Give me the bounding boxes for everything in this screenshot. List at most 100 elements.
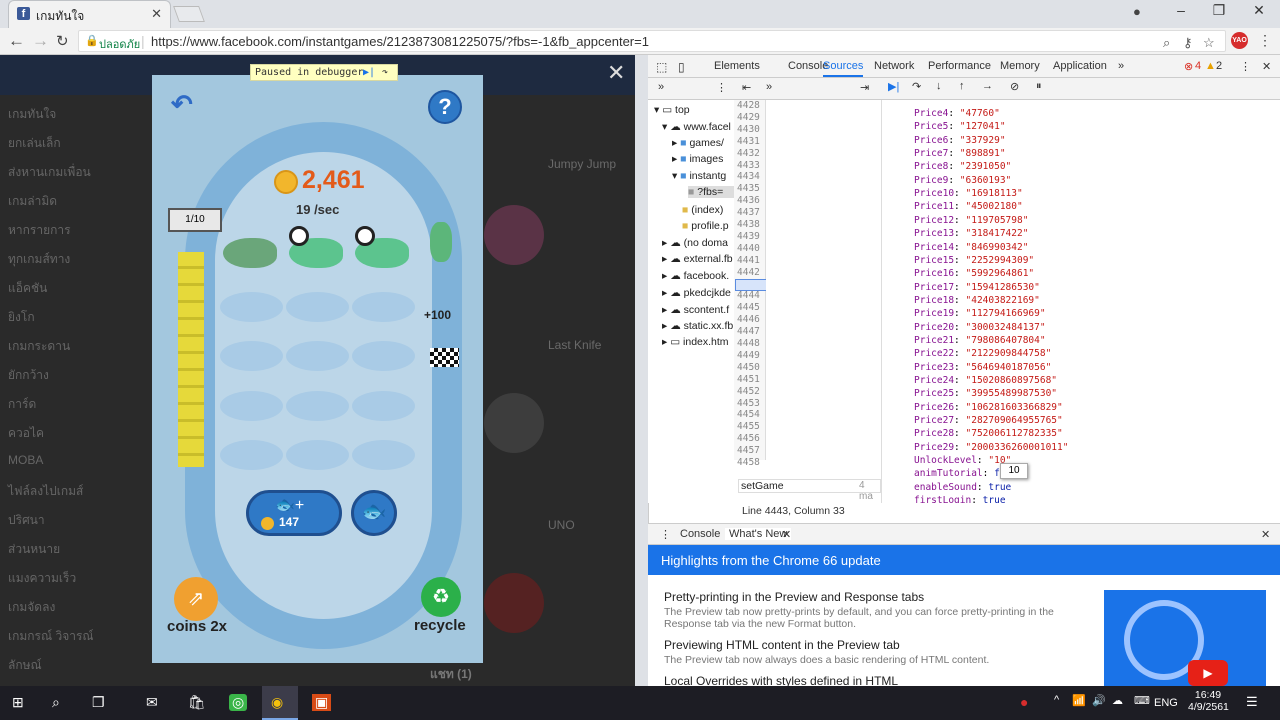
scope-property[interactable]: Price20: "300032484137" bbox=[914, 322, 1046, 333]
card-title[interactable]: Jumpy Jump bbox=[548, 157, 616, 171]
empty-slot[interactable] bbox=[352, 292, 415, 322]
tab-memory[interactable]: Memory bbox=[1000, 60, 1040, 72]
scope-property[interactable]: Price25: "39955489987530" bbox=[914, 388, 1057, 399]
tree-item[interactable]: ■ (index) bbox=[682, 204, 723, 216]
step-icon[interactable]: → bbox=[982, 80, 993, 92]
drawer-tab-console[interactable]: Console bbox=[680, 528, 720, 540]
chrome-icon[interactable]: ◉ bbox=[271, 694, 283, 711]
line-number[interactable]: 4438 bbox=[737, 219, 760, 230]
sidebar-item[interactable]: ยกเล่นเล็ก bbox=[8, 134, 61, 153]
device-toggle-icon[interactable]: ▯ bbox=[678, 60, 685, 74]
bookmark-star-icon[interactable]: ☆ bbox=[1203, 35, 1215, 51]
line-number[interactable]: 4435 bbox=[737, 183, 760, 194]
promo-video-thumbnail[interactable]: ▶ bbox=[1104, 590, 1266, 686]
tab-application[interactable]: Application bbox=[1053, 60, 1107, 72]
cloud-icon[interactable]: ☁ bbox=[1112, 694, 1123, 707]
line-number[interactable]: 4449 bbox=[737, 350, 760, 361]
code-editor[interactable] bbox=[766, 100, 866, 460]
sidebar-item[interactable]: MOBA bbox=[8, 453, 43, 467]
tray-app-icon[interactable]: ● bbox=[1020, 694, 1028, 710]
news-heading[interactable]: Previewing HTML content in the Preview t… bbox=[664, 638, 900, 652]
tree-item[interactable]: ■ profile.p bbox=[682, 220, 729, 232]
windows-start-icon[interactable]: ⊞ bbox=[12, 694, 24, 711]
empty-slot[interactable] bbox=[286, 440, 349, 470]
scope-property[interactable]: Price29: "2000336260001011" bbox=[914, 442, 1068, 453]
navigator-menu-icon[interactable]: ⋮ bbox=[716, 81, 727, 94]
mail-icon[interactable]: ✉ bbox=[146, 694, 158, 711]
game-thumb-uno[interactable] bbox=[484, 573, 544, 633]
game-thumb-jumpy[interactable] bbox=[484, 205, 544, 265]
scope-property[interactable]: Price7: "898891" bbox=[914, 148, 1006, 159]
tree-item[interactable]: ▸ ■ games/ bbox=[672, 137, 724, 149]
line-number[interactable]: 4432 bbox=[737, 148, 760, 159]
sidebar-item[interactable]: ลักษณ์ bbox=[8, 656, 42, 675]
scope-property[interactable]: Price23: "5646940187056" bbox=[914, 362, 1051, 373]
line-number[interactable]: 4436 bbox=[737, 195, 760, 206]
tab-network[interactable]: Network bbox=[874, 60, 914, 72]
sidebar-item[interactable]: แอ็คชัน bbox=[8, 279, 47, 298]
devtools-close-icon[interactable]: ✕ bbox=[1262, 60, 1271, 73]
zoom-icon[interactable]: ⌕ bbox=[1163, 35, 1170, 51]
line-number[interactable]: 4447 bbox=[737, 326, 760, 337]
tree-item[interactable]: ▸ ☁ (no doma bbox=[662, 237, 728, 249]
tree-item[interactable]: ▾ ■ instantg bbox=[672, 170, 726, 182]
line-number[interactable]: 4451 bbox=[737, 374, 760, 385]
line-number[interactable]: 4439 bbox=[737, 231, 760, 242]
line-number[interactable]: 4434 bbox=[737, 171, 760, 182]
line-number[interactable]: 4458 bbox=[737, 457, 760, 468]
sidebar-item[interactable]: แมงความเร็ว bbox=[8, 569, 76, 588]
browser-tab[interactable]: f เกมทันใจ ✕ bbox=[8, 0, 171, 28]
line-number[interactable]: 4452 bbox=[737, 386, 760, 397]
sidebar-item[interactable]: ยักกว้าง bbox=[8, 366, 49, 385]
share-button[interactable]: ⇗ bbox=[174, 577, 218, 621]
buy-fish-button[interactable]: 🐟+ 147 bbox=[246, 490, 342, 536]
sidebar-item[interactable]: เกมจัดลง bbox=[8, 598, 55, 617]
search-icon[interactable]: ⌕ bbox=[52, 694, 60, 711]
network-icon[interactable]: 📶 bbox=[1072, 694, 1086, 707]
sidebar-item[interactable]: ไฟล์ลงไปเกมส์ bbox=[8, 482, 83, 501]
line-number[interactable]: 4450 bbox=[737, 362, 760, 373]
line-number[interactable]: 4442 bbox=[737, 267, 760, 278]
empty-slot[interactable] bbox=[286, 341, 349, 371]
empty-slot[interactable] bbox=[352, 341, 415, 371]
drawer-menu-icon[interactable]: ⋮ bbox=[660, 528, 671, 541]
scope-property[interactable]: Price17: "15941286530" bbox=[914, 282, 1040, 293]
scope-property[interactable]: Price14: "846990342" bbox=[914, 242, 1028, 253]
resume-icon[interactable]: ▶| bbox=[363, 67, 375, 78]
sidebar-item[interactable]: เกมกรณ์ วิจารณ์ bbox=[8, 627, 94, 646]
line-number[interactable]: 4448 bbox=[737, 338, 760, 349]
navigator-toggle-icon[interactable]: » bbox=[658, 81, 664, 93]
empty-slot[interactable] bbox=[352, 440, 415, 470]
scope-property[interactable]: UnlockLevel: "10" bbox=[914, 455, 1011, 466]
task-view-icon[interactable]: ❐ bbox=[92, 694, 105, 711]
tab-elements[interactable]: Elements bbox=[714, 60, 760, 72]
scope-property[interactable]: Price21: "798086407804" bbox=[914, 335, 1046, 346]
scope-property[interactable]: Price15: "2252994309" bbox=[914, 255, 1034, 266]
line-number[interactable]: 4454 bbox=[737, 409, 760, 420]
debugger-toggle-icon[interactable]: ⇥ bbox=[860, 81, 869, 94]
language-indicator[interactable]: ENG bbox=[1154, 697, 1178, 709]
scope-property[interactable]: Price12: "119705798" bbox=[914, 215, 1028, 226]
scope-property[interactable]: Price6: "337929" bbox=[914, 135, 1006, 146]
card-title[interactable]: Last Knife bbox=[548, 338, 601, 352]
step-over-icon[interactable]: ↷ bbox=[382, 67, 388, 78]
profile-icon[interactable]: ● bbox=[1133, 4, 1141, 19]
line-number[interactable]: 4430 bbox=[737, 124, 760, 135]
tree-item[interactable]: ▾ ☁ www.facel bbox=[662, 121, 731, 133]
tree-item[interactable]: ▸ ☁ external.fb bbox=[662, 253, 733, 265]
tab-performance[interactable]: Performance bbox=[928, 60, 991, 72]
scope-property[interactable]: Price19: "112794166969" bbox=[914, 308, 1046, 319]
sidebar-item[interactable]: เกมล่ามิด bbox=[8, 192, 57, 211]
scope-property[interactable]: Price9: "6360193" bbox=[914, 175, 1011, 186]
forward-icon[interactable]: → bbox=[32, 31, 49, 51]
card-title[interactable]: UNO bbox=[548, 518, 575, 532]
tree-item[interactable]: ▸ ■ images bbox=[672, 153, 723, 165]
scope-property[interactable]: Price10: "16918113" bbox=[914, 188, 1023, 199]
empty-slot[interactable] bbox=[286, 292, 349, 322]
tree-item[interactable]: ▸ ☁ scontent.f bbox=[662, 304, 729, 316]
sidebar-item[interactable]: การ์ด bbox=[8, 395, 36, 414]
tab-sources[interactable]: Sources bbox=[823, 60, 864, 77]
extension-badge[interactable]: YAO bbox=[1231, 32, 1248, 49]
reload-icon[interactable]: ↻ bbox=[56, 32, 69, 50]
sidebar-item[interactable]: ปริศนา bbox=[8, 511, 45, 530]
